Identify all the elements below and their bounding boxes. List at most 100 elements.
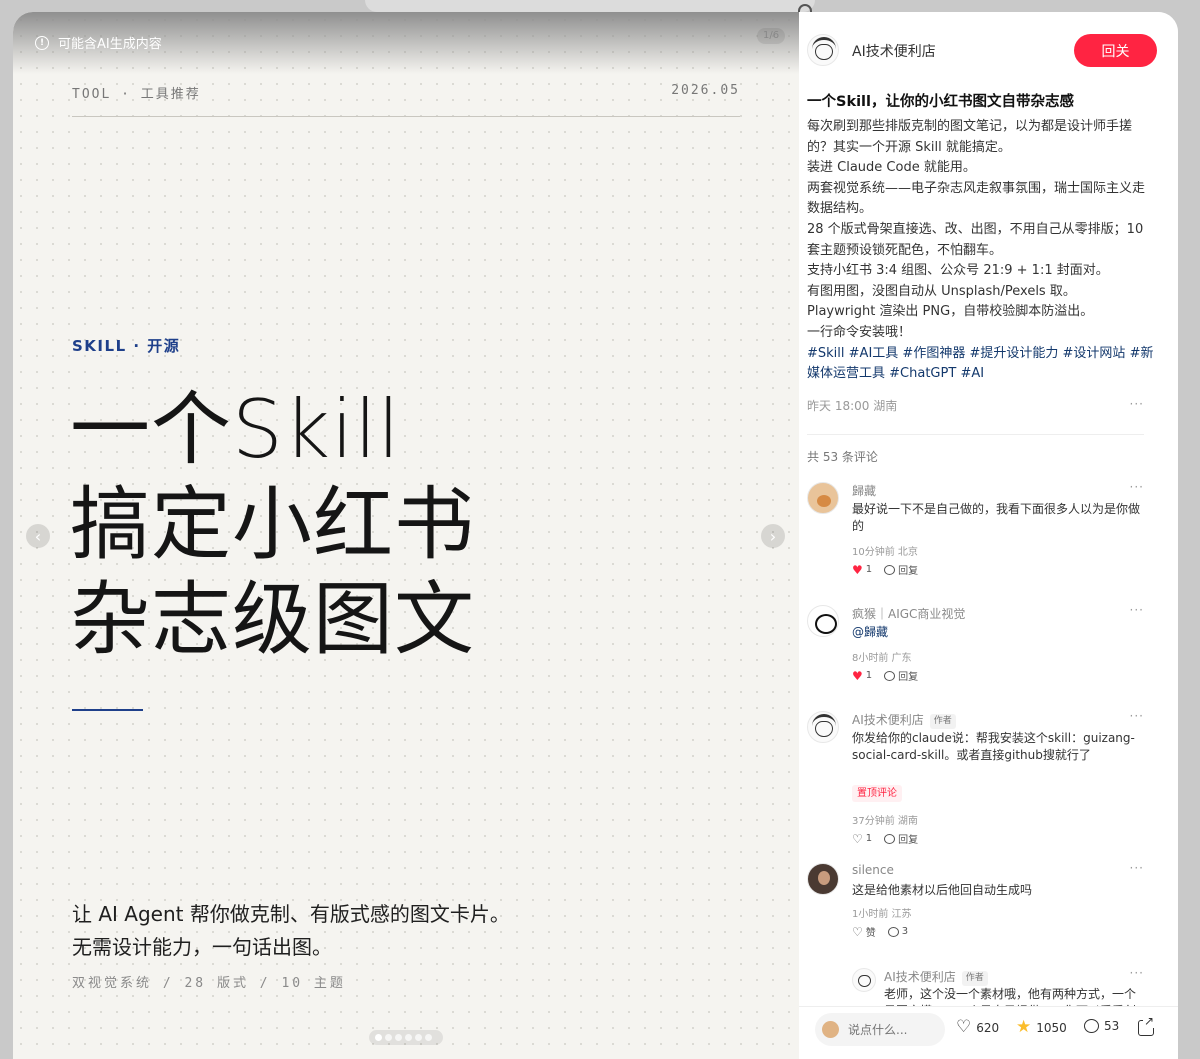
user-avatar [822, 1021, 839, 1038]
more-options-icon[interactable]: ··· [1130, 709, 1144, 723]
comment-text: 你发给你的claude说：帮我安装这个skill：guizang-social-… [852, 731, 1135, 762]
post-paragraph: Playwright 渲染出 PNG，自带校验脚本防溢出。 [807, 304, 1094, 320]
like-count: 1 [865, 564, 873, 575]
author-name[interactable]: AI技术便利店 [852, 41, 936, 61]
heart-outline-icon: ♡ [956, 1017, 972, 1037]
more-options-icon[interactable]: ··· [1130, 397, 1144, 414]
carousel-dot[interactable] [405, 1034, 412, 1041]
comment-actions: ♥ 1 回复 [852, 562, 918, 578]
like-post-button[interactable]: ♡ 620 [956, 1019, 999, 1036]
commenter-avatar[interactable] [807, 605, 839, 637]
comment-bubble-icon [884, 670, 896, 681]
carousel-dot[interactable] [375, 1034, 382, 1041]
avatar-face [815, 721, 833, 737]
prev-image-button[interactable]: ‹ [26, 524, 50, 548]
like-count: 1 [865, 833, 873, 844]
note-detail-modal: ! 可能含AI生成内容 1/6 TOOL · 工具推荐 2026.05 SKIL… [13, 12, 1178, 1059]
like-button[interactable]: ♥ 1 [852, 563, 872, 577]
divider [807, 434, 1144, 435]
commenter-avatar[interactable] [807, 711, 839, 743]
search-icon [798, 4, 812, 12]
card-meta-line: 双视觉系统 / 28 版式 / 10 主题 [72, 976, 346, 991]
comment-bubble-icon [884, 564, 896, 575]
heart-outline-icon: ♡ [852, 831, 863, 846]
share-icon[interactable] [1138, 1014, 1156, 1036]
hashtag-link[interactable]: #AI [960, 366, 984, 381]
carousel-dot[interactable] [415, 1034, 422, 1041]
card-subtitle-line: 无需设计能力，一句话出图。 [72, 935, 332, 959]
carousel-dots[interactable] [375, 1034, 432, 1041]
background-search-bar [365, 0, 815, 12]
post-paragraph: 有图用图，没图自动从 Unsplash/Pexels 取。 [807, 283, 1076, 299]
comment-actions: ♡ 1 回复 [852, 831, 918, 847]
chevron-left-icon: ‹ [34, 526, 42, 546]
follow-back-button[interactable]: 回关 [1074, 34, 1157, 67]
card-header: TOOL · 工具推荐 2026.05 [72, 83, 740, 102]
comment-button[interactable]: 53 [1084, 1019, 1119, 1033]
pinned-comment-badge: 置顶评论 [852, 785, 902, 802]
hashtag-link[interactable]: #提升设计能力 [969, 346, 1058, 361]
comment-bubble-icon [1084, 1019, 1099, 1033]
comment-actions: ♡ 赞 3 [852, 924, 909, 940]
hashtag-link[interactable]: #ChatGPT [889, 366, 956, 381]
note-image-card: ! 可能含AI生成内容 1/6 TOOL · 工具推荐 2026.05 SKIL… [13, 12, 799, 1059]
more-options-icon[interactable]: ··· [1130, 966, 1144, 980]
comment-mention[interactable]: @歸藏 [852, 624, 1144, 641]
reply-button[interactable]: 回复 [884, 668, 918, 683]
commenter-avatar[interactable] [807, 863, 839, 895]
avatar-face [815, 44, 833, 60]
commenter-name[interactable]: silence [852, 863, 894, 877]
heart-outline-icon: ♡ [852, 924, 863, 939]
replies-button[interactable]: 3 [887, 926, 909, 937]
hashtag-link[interactable]: #设计网站 [1063, 346, 1126, 361]
hashtag-link[interactable]: #作图神器 [902, 346, 965, 361]
card-headline: 一个Skill 搞定小红书 杂志级图文 [70, 382, 760, 667]
like-button[interactable]: ♡ 赞 [852, 924, 876, 940]
headline-line: 搞定小红书 [70, 478, 475, 571]
post-tags: #Skill #AI工具 #作图神器 #提升设计能力 #设计网站 #新媒体运营工… [807, 344, 1157, 385]
carousel-dot[interactable] [395, 1034, 402, 1041]
author-tag: 作者 [929, 714, 956, 729]
hashtag-link[interactable]: #Skill [807, 346, 845, 361]
ai-notice-text: 可能含AI生成内容 [58, 37, 162, 52]
commenter-avatar[interactable] [807, 482, 839, 514]
bottom-action-bar: ♡ 620 ★ 1050 53 [799, 1006, 1178, 1059]
note-info-panel: AI技术便利店 回关 一个Skill，让你的小红书图文自带杂志感 每次刷到那些排… [799, 12, 1178, 1059]
like-count: 1 [865, 670, 873, 681]
like-button[interactable]: ♡ 1 [852, 832, 872, 846]
comment-text: 最好说一下不是自己做的，我看下面很多人以为是你做的 [852, 502, 1141, 533]
comment-actions: ♥ 1 回复 [852, 668, 918, 684]
info-icon: ! [35, 35, 49, 50]
replier-name[interactable]: AI技术便利店 作者 [884, 968, 988, 986]
chevron-right-icon: › [769, 526, 777, 546]
carousel-dot[interactable] [425, 1034, 432, 1041]
reply-button[interactable]: 回复 [884, 831, 918, 846]
comment-bubble-icon [887, 926, 899, 937]
header-rule [72, 116, 740, 117]
post-paragraph: 每次刷到那些排版克制的图文笔记，以为都是设计师手搓的？其实一个开源 Skill … [807, 119, 1133, 155]
commenter-name[interactable]: AI技术便利店 作者 [852, 711, 956, 729]
more-options-icon[interactable]: ··· [1130, 861, 1144, 875]
author-avatar[interactable] [807, 34, 839, 66]
next-image-button[interactable]: › [761, 524, 785, 548]
post-meta: 昨天 18:00 湖南 ··· [807, 397, 1144, 414]
replier-avatar[interactable] [852, 968, 876, 992]
like-button[interactable]: ♥ 1 [852, 669, 872, 683]
commenter-name[interactable]: 歸藏 [852, 482, 876, 499]
heart-filled-icon: ♥ [852, 668, 863, 683]
comment-time: 37分钟前 湖南 [852, 816, 918, 827]
reply-button[interactable]: 回复 [884, 562, 918, 577]
heart-filled-icon: ♥ [852, 562, 863, 577]
post-paragraph: 两套视觉系统——电子杂志风走叙事氛围，瑞士国际主义走数据结构。 [807, 180, 1146, 217]
commenter-name[interactable]: 疯猴｜AIGC商业视觉 [852, 605, 965, 622]
card-category: TOOL · 工具推荐 [72, 87, 201, 102]
collect-button[interactable]: ★ 1050 [1016, 1019, 1067, 1036]
more-options-icon[interactable]: ··· [1130, 480, 1144, 494]
carousel-dot[interactable] [385, 1034, 392, 1041]
author-tag: 作者 [961, 971, 988, 986]
reply-label: 回复 [898, 672, 919, 683]
hashtag-link[interactable]: #AI工具 [849, 346, 899, 361]
reply-count: 3 [901, 926, 909, 937]
post-title: 一个Skill，让你的小红书图文自带杂志感 [807, 94, 1074, 110]
more-options-icon[interactable]: ··· [1130, 603, 1144, 617]
